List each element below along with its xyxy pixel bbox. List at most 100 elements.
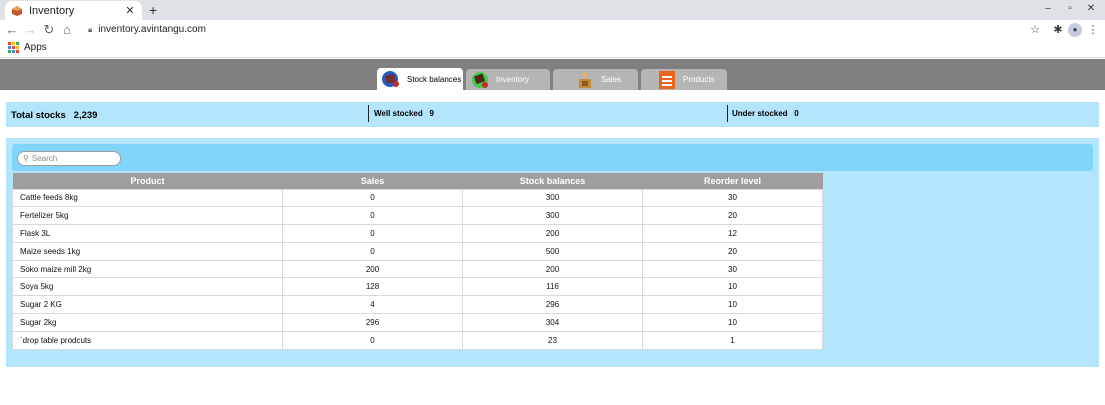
column-header-sales[interactable]: Sales bbox=[282, 173, 463, 189]
stock-balance-cell: 300 bbox=[462, 188, 643, 208]
stock-balance-cell: 304 bbox=[462, 313, 643, 332]
apps-label: Apps bbox=[24, 42, 47, 53]
tab-stock-balances[interactable]: Stock balances bbox=[377, 68, 463, 90]
table-row[interactable]: Soya 5kg 128 116 10 bbox=[12, 277, 823, 297]
column-header-stock-balances[interactable]: Stock balances bbox=[462, 173, 643, 189]
table-row[interactable]: Fertelizer 5kg 0 300 20 bbox=[12, 206, 823, 226]
stock-balance-cell: 300 bbox=[462, 206, 643, 226]
product-cell: Flask 3L bbox=[12, 224, 283, 243]
maximize-icon[interactable]: ▫ bbox=[1063, 3, 1077, 14]
well-stocked-value: 9 bbox=[429, 109, 434, 118]
sales-cell: 200 bbox=[282, 259, 463, 279]
sales-cell: 0 bbox=[282, 188, 463, 208]
under-stocked: Under stocked 0 bbox=[732, 109, 799, 118]
reorder-level-cell: 12 bbox=[642, 224, 823, 243]
column-header-reorder-level[interactable]: Reorder level bbox=[642, 173, 823, 189]
column-header-product[interactable]: Product bbox=[12, 173, 283, 189]
reload-icon[interactable]: ↻ bbox=[42, 22, 56, 38]
tab-inventory-label: Inventory bbox=[496, 75, 529, 84]
product-cell: Sugar 2 KG bbox=[12, 295, 283, 315]
sales-icon bbox=[579, 71, 591, 88]
tab-sales[interactable]: Sales bbox=[553, 69, 638, 90]
reorder-level-cell: 10 bbox=[642, 277, 823, 297]
stock-balance-cell: 296 bbox=[462, 295, 643, 315]
product-cell: Soya 5kg bbox=[12, 277, 283, 297]
sales-cell: 0 bbox=[282, 330, 463, 350]
total-stocks-label: Total stocks bbox=[11, 110, 66, 121]
stock-balances-panel: ⚲ Search Product Sales Stock balances Re… bbox=[6, 138, 1099, 367]
stock-balance-cell: 500 bbox=[462, 241, 643, 261]
reorder-level-cell: 1 bbox=[642, 330, 823, 350]
app-navbar: Stock balances Inventory Sales Products bbox=[0, 59, 1105, 90]
tab-stock-balances-label: Stock balances bbox=[407, 74, 462, 84]
sales-cell: 0 bbox=[282, 224, 463, 243]
search-input[interactable]: ⚲ Search bbox=[17, 151, 121, 166]
browser-tabstrip: Inventory ✕ + – ▫ ✕ bbox=[0, 0, 1105, 20]
table-row[interactable]: Soko maize mill 2kg 200 200 30 bbox=[12, 259, 823, 279]
table-row[interactable]: Sugar 2kg 296 304 10 bbox=[12, 313, 823, 332]
sales-cell: 128 bbox=[282, 277, 463, 297]
lock-icon: 🔒︎ bbox=[88, 24, 93, 34]
well-stocked: Well stocked 9 bbox=[374, 109, 434, 118]
reorder-level-cell: 10 bbox=[642, 313, 823, 332]
browser-tab[interactable]: Inventory ✕ bbox=[5, 1, 142, 20]
reorder-level-cell: 30 bbox=[642, 259, 823, 279]
url-text: inventory.avintangu.com bbox=[98, 24, 206, 35]
sales-cell: 0 bbox=[282, 206, 463, 226]
total-stocks-value: 2,239 bbox=[73, 110, 98, 121]
stock-summary-bar: Total stocks 2,239 Well stocked 9 Under … bbox=[6, 102, 1099, 127]
total-stocks: Total stocks 2,239 bbox=[11, 110, 97, 121]
table-header-row: Product Sales Stock balances Reorder lev… bbox=[12, 173, 823, 189]
stock-balance-cell: 200 bbox=[462, 259, 643, 279]
address-bar: ← → ↻ ⌂ 🔒︎ inventory.avintangu.com ☆ ✱ ●… bbox=[0, 20, 1105, 40]
new-tab-icon[interactable]: + bbox=[149, 1, 157, 19]
stock-balance-cell: 23 bbox=[462, 330, 643, 350]
bookmark-star-icon[interactable]: ☆ bbox=[1028, 23, 1042, 37]
product-cell: Sugar 2kg bbox=[12, 313, 283, 332]
summary-divider bbox=[727, 105, 728, 122]
well-stocked-label: Well stocked bbox=[374, 109, 423, 118]
tab-sales-label: Sales bbox=[601, 75, 622, 84]
stock-balance-cell: 116 bbox=[462, 277, 643, 297]
stock-balances-table: Product Sales Stock balances Reorder lev… bbox=[12, 173, 823, 350]
table-row[interactable]: Sugar 2 KG 4 296 10 bbox=[12, 295, 823, 315]
summary-divider bbox=[368, 105, 369, 122]
under-stocked-value: 0 bbox=[794, 109, 799, 118]
profile-avatar-icon[interactable]: ● bbox=[1068, 23, 1082, 37]
url-field[interactable]: 🔒︎ inventory.avintangu.com bbox=[88, 24, 206, 35]
reorder-level-cell: 30 bbox=[642, 188, 823, 208]
tab-products-label: Products bbox=[683, 75, 715, 84]
table-row[interactable]: Cattle feeds 8kg 0 300 30 bbox=[12, 188, 823, 208]
extensions-icon[interactable]: ✱ bbox=[1051, 23, 1065, 37]
sales-cell: 4 bbox=[282, 295, 463, 315]
minimize-icon[interactable]: – bbox=[1041, 3, 1055, 14]
back-icon[interactable]: ← bbox=[5, 22, 19, 38]
home-icon[interactable]: ⌂ bbox=[60, 22, 74, 38]
table-row[interactable]: Flask 3L 0 200 12 bbox=[12, 224, 823, 243]
product-cell: Soko maize mill 2kg bbox=[12, 259, 283, 279]
table-row[interactable]: Maize seeds 1kg 0 500 20 bbox=[12, 241, 823, 261]
stock-balance-cell: 200 bbox=[462, 224, 643, 243]
browser-tab-title: Inventory bbox=[29, 4, 75, 17]
tab-products[interactable]: Products bbox=[641, 69, 727, 90]
product-cell: Cattle feeds 8kg bbox=[12, 188, 283, 208]
stock-balances-icon bbox=[382, 71, 399, 87]
apps-grid-icon bbox=[8, 42, 19, 53]
under-stocked-label: Under stocked bbox=[732, 109, 788, 118]
more-menu-icon[interactable]: ⋮ bbox=[1086, 23, 1100, 37]
table-row[interactable]: `drop table prodcuts 0 23 1 bbox=[12, 330, 823, 350]
table-toolbar: ⚲ Search bbox=[12, 144, 1093, 171]
reorder-level-cell: 10 bbox=[642, 295, 823, 315]
product-cell: `drop table prodcuts bbox=[12, 330, 283, 350]
close-tab-icon[interactable]: ✕ bbox=[124, 4, 136, 17]
product-cell: Fertelizer 5kg bbox=[12, 206, 283, 226]
close-window-icon[interactable]: ✕ bbox=[1084, 3, 1098, 14]
product-cell: Maize seeds 1kg bbox=[12, 241, 283, 261]
tab-inventory[interactable]: Inventory bbox=[466, 69, 550, 90]
reorder-level-cell: 20 bbox=[642, 241, 823, 261]
apps-bookmark[interactable]: Apps bbox=[8, 42, 47, 53]
forward-icon[interactable]: → bbox=[23, 22, 37, 38]
search-placeholder: Search bbox=[31, 154, 58, 163]
bookmarks-bar: Apps bbox=[0, 40, 1105, 58]
sales-cell: 296 bbox=[282, 313, 463, 332]
